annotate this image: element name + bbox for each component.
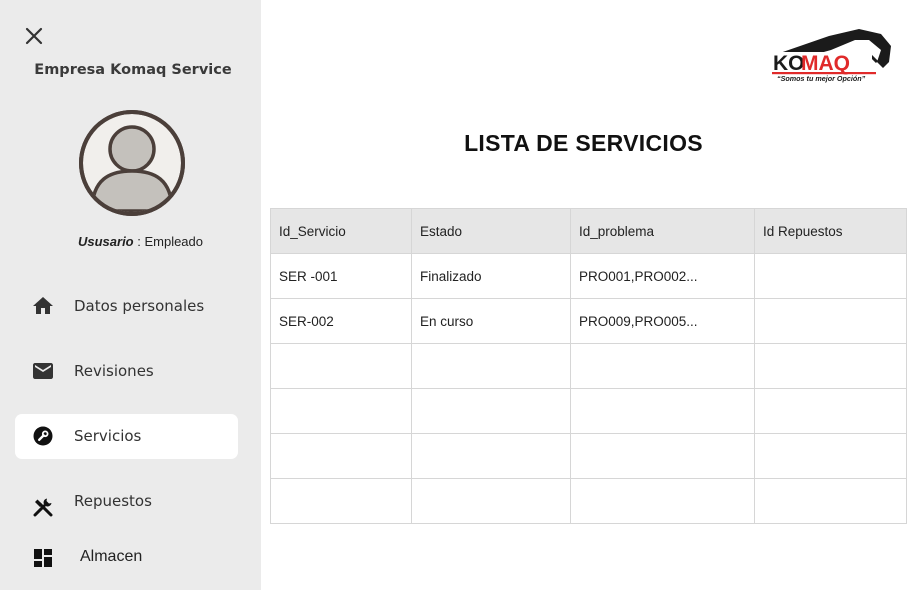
wrench-icon [31,424,55,448]
column-header-id-problema[interactable]: Id_problema [570,208,755,254]
sidebar-item-label: Servicios [74,427,142,445]
sidebar-item-label: Datos personales [74,297,205,315]
sidebar-item-label: Revisiones [74,362,154,380]
role-key: Ususario [77,234,134,249]
logo-text-maq: MAQ [801,52,850,75]
table-row[interactable] [270,433,907,479]
mail-icon [31,359,55,383]
table-cell [570,433,755,479]
table-cell: PRO009,PRO005... [570,298,755,344]
table-cell [411,433,571,479]
company-name: Empresa Komaq Service [34,62,232,78]
table-cell [411,388,571,434]
home-icon [31,294,55,318]
table-cell [270,478,412,524]
table-cell [270,343,412,389]
table-cell [754,478,907,524]
table-cell: En curso [411,298,571,344]
table-cell [411,478,571,524]
table-cell [411,343,571,389]
sidebar-item-servicios[interactable]: Servicios [15,414,238,459]
table-cell [270,388,412,434]
avatar-icon [78,109,186,217]
table-cell [754,298,907,344]
table-cell [754,388,907,434]
tools-icon [31,495,55,519]
table-cell: SER -001 [270,253,412,299]
table-cell [754,433,907,479]
sidebar-item-revisiones[interactable]: Revisiones [15,349,238,394]
table-cell: PRO001,PRO002... [570,253,755,299]
table-header-row: Id_Servicio Estado Id_problema Id Repues… [270,208,907,254]
role-value: : Empleado [133,234,203,249]
dashboard-icon [31,546,55,570]
table-row[interactable] [270,343,907,389]
table-cell [570,478,755,524]
column-header-id-repuestos[interactable]: Id Repuestos [754,208,907,254]
table-cell [270,433,412,479]
sidebar: Empresa Komaq Service Ususario : Emplead… [0,0,261,590]
table-cell [570,388,755,434]
sidebar-item-almacen[interactable]: Almacen [15,536,238,581]
sidebar-item-label: Repuestos [74,492,152,510]
table-cell [570,343,755,389]
logo-text-ko: KO [773,52,805,75]
user-role: Ususario : Empleado [0,234,281,249]
close-icon[interactable] [22,24,46,48]
services-table: Id_Servicio Estado Id_problema Id Repues… [270,208,907,524]
sidebar-item-label: Almacen [80,548,143,565]
page-title: LISTA DE SERVICIOS [464,130,703,156]
column-header-id-servicio[interactable]: Id_Servicio [270,208,412,254]
column-header-estado[interactable]: Estado [411,208,571,254]
table-row[interactable] [270,388,907,434]
table-cell [754,343,907,389]
table-row[interactable]: SER-002 En curso PRO009,PRO005... [270,298,907,344]
table-row[interactable]: SER -001 Finalizado PRO001,PRO002... [270,253,907,299]
table-row[interactable] [270,478,907,524]
komaq-logo: KO MAQ “Somos tu mejor Opción” [769,24,896,88]
sidebar-item-datos-personales[interactable]: Datos personales [15,284,238,329]
table-cell: SER-002 [270,298,412,344]
table-cell [754,253,907,299]
logo-slogan: “Somos tu mejor Opción” [777,74,866,83]
table-cell: Finalizado [411,253,571,299]
sidebar-item-repuestos[interactable]: Repuestos [15,479,238,524]
